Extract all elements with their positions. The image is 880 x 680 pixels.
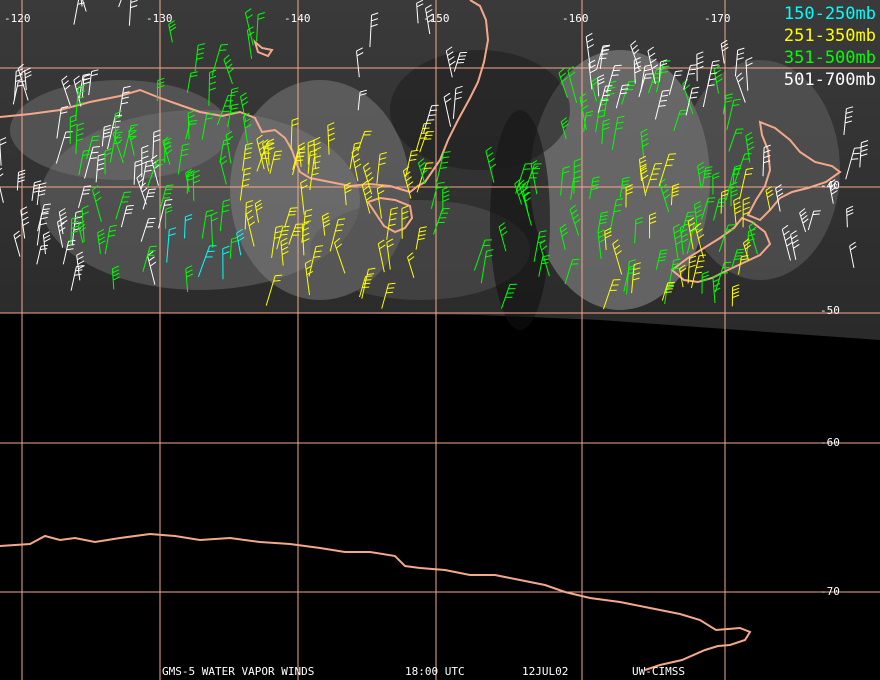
lon-label: -130 <box>146 12 173 25</box>
legend-entry-351-500: 351-500mb <box>783 48 876 68</box>
source-label: UW-CIMSS <box>632 665 685 678</box>
lat-label: -50 <box>820 304 840 317</box>
lon-label: -160 <box>562 12 589 25</box>
date-stamp: 12JUL02 <box>522 665 569 678</box>
lon-label: -140 <box>284 12 311 25</box>
lon-label: -120 <box>4 12 31 25</box>
lon-label: -150 <box>423 12 450 25</box>
lat-label: -60 <box>820 436 840 449</box>
antarctica-coast <box>0 532 752 671</box>
pressure-legend: 150-250mb 251-350mb 351-500mb 501-700mb <box>784 3 876 91</box>
water-vapor-map: -120 -130 -140 -150 -160 -170 -40 -50 -6… <box>0 0 880 680</box>
caption-bar: GMS-5 WATER VAPOR WINDS 18:00 UTC 12JUL0… <box>0 665 880 679</box>
lat-label: -70 <box>820 585 840 598</box>
time-stamp: 18:00 UTC <box>405 665 465 678</box>
product-name: GMS-5 WATER VAPOR WINDS <box>162 665 315 678</box>
legend-entry-251-350: 251-350mb <box>783 26 876 46</box>
lon-label: -170 <box>704 12 731 25</box>
lat-label: -40 <box>820 179 840 192</box>
legend-entry-150-250: 150-250mb <box>783 4 876 24</box>
legend-entry-501-700: 501-700mb <box>783 70 876 90</box>
